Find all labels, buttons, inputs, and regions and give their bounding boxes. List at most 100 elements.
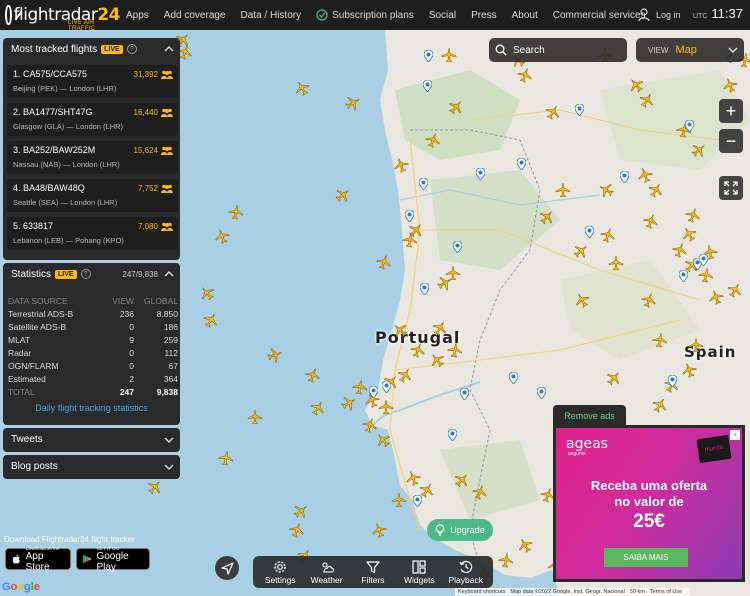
airport-pin-icon[interactable]: [508, 371, 518, 385]
flightradar24-logo[interactable]: flightradar24 LIVE AIR TRAFFIC: [5, 1, 120, 32]
flight-route: Lebanon (LEB) — Pohang (KPO): [13, 236, 124, 245]
login-button[interactable]: Log in: [638, 8, 681, 22]
blog-header[interactable]: Blog posts: [3, 455, 180, 477]
help-icon[interactable]: ?: [80, 269, 91, 279]
aircraft-icon[interactable]: [446, 341, 465, 360]
aircraft-icon[interactable]: [441, 47, 457, 63]
airport-pin-icon[interactable]: [516, 157, 526, 171]
subscription-icon: [316, 9, 328, 21]
airport-pin-icon[interactable]: [619, 170, 629, 184]
search-box[interactable]: Search: [489, 38, 627, 62]
ad-banner[interactable]: ageas seguros mundo × Receba uma oferta …: [556, 428, 742, 579]
zoom-in-button[interactable]: +: [719, 99, 743, 123]
widgets-button[interactable]: Widgets: [397, 559, 441, 585]
utc-clock: UTC 11:37: [693, 6, 743, 21]
upgrade-button[interactable]: Upgrade: [427, 519, 493, 541]
nav-data-history[interactable]: Data / History: [241, 10, 302, 21]
settings-button[interactable]: Settings: [258, 560, 302, 585]
tracked-flight-item[interactable]: 1. CA575/CCA575 Beijing (PEK) — London (…: [7, 65, 178, 98]
aircraft-icon[interactable]: [651, 331, 670, 350]
blog-panel[interactable]: Blog posts: [3, 455, 180, 479]
aircraft-icon[interactable]: [401, 231, 420, 250]
aircraft-icon[interactable]: [217, 449, 236, 468]
aircraft-icon[interactable]: [378, 399, 394, 415]
zoom-out-button[interactable]: −: [719, 129, 743, 153]
chevron-down-icon[interactable]: [164, 462, 174, 472]
airport-pin-icon[interactable]: [698, 253, 708, 267]
people-icon: [161, 184, 173, 193]
nav-press[interactable]: Press: [471, 10, 497, 21]
tweets-header[interactable]: Tweets: [3, 428, 180, 450]
chevron-down-icon[interactable]: [164, 435, 174, 445]
ad-close-icon[interactable]: ×: [730, 430, 740, 440]
nav-add-coverage[interactable]: Add coverage: [164, 10, 226, 21]
airport-pin-icon[interactable]: [368, 385, 378, 399]
airport-pin-icon[interactable]: [584, 225, 594, 239]
radar-logo-icon: [5, 5, 12, 25]
data-source: Estimated: [8, 373, 46, 384]
daily-statistics-link[interactable]: Daily flight tracking statistics: [3, 403, 180, 413]
lightbulb-icon: [435, 524, 445, 536]
tracker-count: 16,440: [133, 108, 158, 117]
remove-ads-button[interactable]: Remove ads: [553, 405, 626, 427]
tweets-panel[interactable]: Tweets: [3, 428, 180, 452]
playback-button[interactable]: Playback: [444, 560, 488, 585]
app-store-badge[interactable]: Download on the App Store: [5, 546, 71, 573]
flight-route: Nassau (NAS) — London (LHR): [13, 160, 120, 169]
terms-link[interactable]: Terms of Use: [650, 589, 682, 595]
airport-pin-icon[interactable]: [452, 240, 462, 254]
aircraft-icon[interactable]: [227, 203, 246, 222]
airport-pin-icon[interactable]: [574, 103, 584, 117]
google-play-badge[interactable]: GET IT ON Google Play: [76, 546, 150, 573]
flight-route: Glasgow (GLA) — London (LHR): [13, 122, 124, 131]
help-icon[interactable]: ?: [126, 44, 137, 54]
aircraft-icon[interactable]: [497, 551, 516, 570]
airport-pin-icon[interactable]: [475, 167, 485, 181]
airport-pin-icon[interactable]: [459, 387, 469, 401]
nav-commercial-services[interactable]: Commercial services: [553, 10, 646, 21]
airport-pin-icon[interactable]: [412, 494, 422, 508]
airport-pin-icon[interactable]: [536, 386, 546, 400]
airport-pin-icon[interactable]: [684, 119, 694, 133]
tracked-flight-item[interactable]: 5. 633817 Lebanon (LEB) — Pohang (KPO) 7…: [7, 217, 178, 250]
statistics-table: DATA SOURCE VIEW GLOBAL Terrestrial ADS-…: [8, 294, 178, 398]
tracked-flight-item[interactable]: 3. BA252/BAW252M Nassau (NAS) — London (…: [7, 141, 178, 174]
people-icon: [161, 70, 173, 79]
my-location-button[interactable]: [215, 556, 239, 580]
airport-pin-icon[interactable]: [419, 282, 429, 296]
ad-cta-button[interactable]: SAIBA MAIS: [604, 548, 688, 567]
aircraft-icon[interactable]: [391, 492, 407, 508]
nav-about[interactable]: About: [512, 10, 538, 21]
map-attribution: Keyboard shortcuts Map data ©2022 Google…: [455, 588, 691, 596]
airport-pin-icon[interactable]: [447, 428, 457, 442]
tracked-flight-item[interactable]: 2. BA1477/SHT47G Glasgow (GLA) — London …: [7, 103, 178, 136]
aircraft-icon[interactable]: [688, 337, 704, 353]
most-tracked-header[interactable]: Most tracked flights LIVE ?: [3, 38, 180, 60]
weather-button[interactable]: Weather: [305, 560, 349, 585]
keyboard-shortcuts-link[interactable]: Keyboard shortcuts: [458, 589, 505, 595]
chevron-up-icon[interactable]: [164, 44, 174, 54]
airport-pin-icon[interactable]: [404, 209, 414, 223]
airport-pin-icon[interactable]: [422, 79, 432, 93]
airport-pin-icon[interactable]: [423, 49, 433, 63]
nav-social[interactable]: Social: [429, 10, 456, 21]
tracker-count: 7,752: [137, 184, 158, 193]
airport-pin-icon[interactable]: [678, 269, 688, 283]
view-count: 0: [129, 347, 134, 358]
airport-pin-icon[interactable]: [418, 177, 428, 191]
aircraft-icon[interactable]: [608, 255, 624, 271]
nav-subscription-label: Subscription plans: [332, 9, 414, 21]
view-selector[interactable]: VIEW Map: [636, 38, 744, 62]
main-menu: Apps Add coverage Data / History Subscri…: [126, 9, 661, 21]
airport-pin-icon[interactable]: [667, 374, 677, 388]
airport-pin-icon[interactable]: [381, 380, 391, 394]
chevron-up-icon[interactable]: [164, 269, 174, 279]
tracked-flight-item[interactable]: 4. BA48/BAW48Q Seattle (SEA) — London (L…: [7, 179, 178, 212]
nav-apps[interactable]: Apps: [126, 10, 149, 21]
nav-subscription-plans[interactable]: Subscription plans: [316, 9, 414, 21]
aircraft-icon[interactable]: [555, 182, 571, 198]
fullscreen-button[interactable]: [719, 176, 743, 200]
advertisement[interactable]: ageas seguros mundo × Receba uma oferta …: [553, 425, 745, 582]
aircraft-icon[interactable]: [247, 409, 263, 425]
filters-button[interactable]: Filters: [351, 560, 395, 585]
